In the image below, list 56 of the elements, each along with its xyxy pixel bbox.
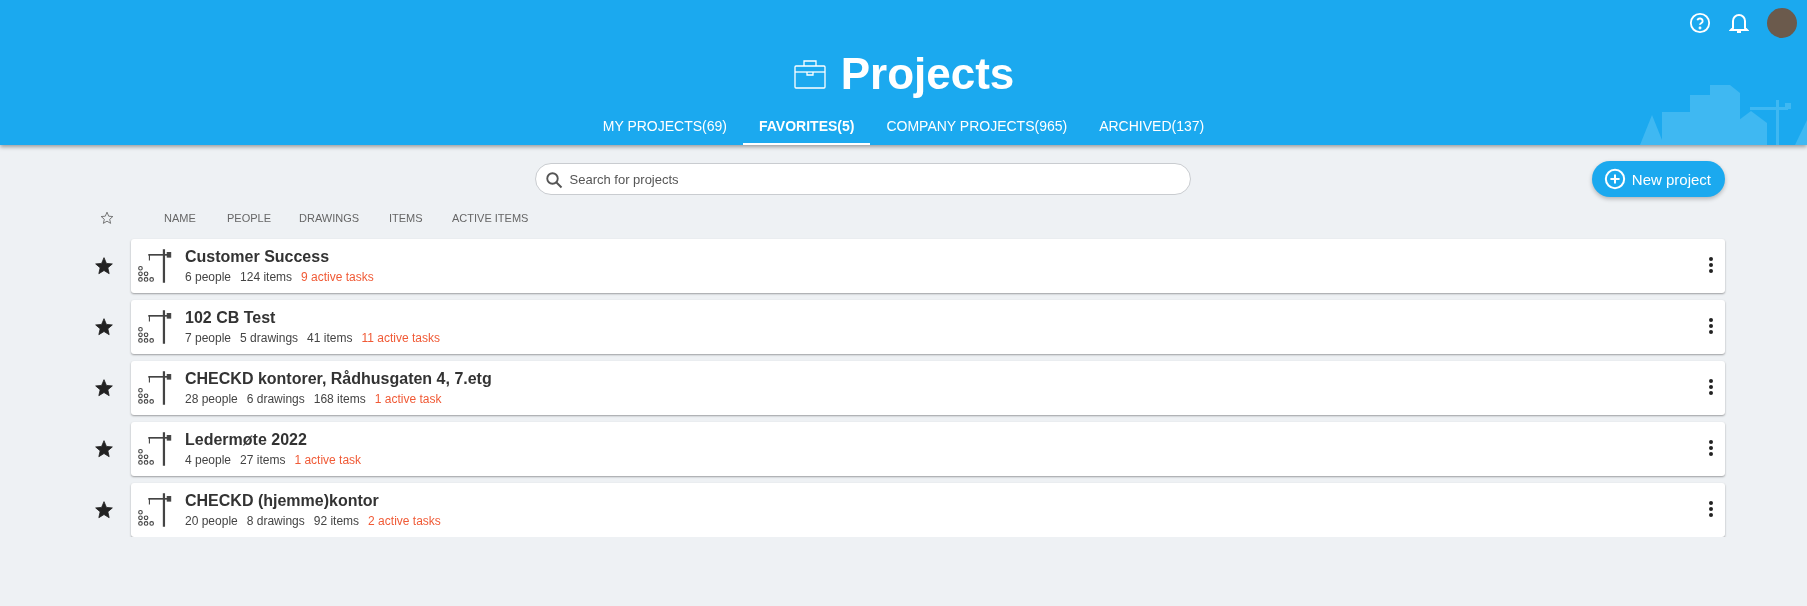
help-icon[interactable] xyxy=(1689,12,1711,34)
active-tasks-count: 2 active tasks xyxy=(368,514,441,528)
project-name: CHECKD kontorer, Rådhusgaten 4, 7.etg xyxy=(185,370,493,388)
project-stat: 20 people xyxy=(185,514,238,528)
briefcase-icon xyxy=(792,57,827,91)
project-stat: 5 drawings xyxy=(240,331,299,345)
active-tasks-count: 11 active tasks xyxy=(361,331,440,345)
kebab-menu-icon xyxy=(1709,378,1713,395)
more-menu-button[interactable] xyxy=(1707,500,1715,520)
active-tasks-count: 1 active task xyxy=(294,453,362,467)
avatar[interactable] xyxy=(1767,8,1797,38)
kebab-menu-icon xyxy=(1709,256,1713,273)
more-menu-button[interactable] xyxy=(1707,317,1715,337)
project-stat: 41 items xyxy=(307,331,353,345)
kebab-menu-icon xyxy=(1709,500,1713,517)
kebab-menu-icon xyxy=(1709,439,1713,456)
page-title: Projects xyxy=(840,52,1015,96)
project-card[interactable]: Customer Success 6 people 124 items 9 active tasks xyxy=(131,239,1725,293)
project-stat: 6 people xyxy=(185,270,232,284)
project-stat: 6 drawings xyxy=(246,392,305,406)
project-stat: 92 items xyxy=(313,514,360,528)
project-name: Ledermøte 2022 xyxy=(185,431,308,449)
column-header[interactable]: ITEMS xyxy=(389,212,452,224)
project-name: Customer Success xyxy=(185,248,331,266)
column-header[interactable]: PEOPLE xyxy=(227,212,299,224)
project-name: CHECKD (hjemme)kontor xyxy=(185,492,380,510)
project-stat: 27 items xyxy=(240,453,286,467)
crane-icon xyxy=(137,247,173,285)
crane-icon xyxy=(137,308,173,346)
more-menu-button[interactable] xyxy=(1707,378,1715,398)
project-stat: 124 items xyxy=(240,270,293,284)
search-icon xyxy=(544,171,563,189)
project-card[interactable]: 102 CB Test 7 people 5 drawings 41 items 11 active tasks xyxy=(131,300,1725,354)
active-tasks-count: 1 active task xyxy=(374,392,442,406)
crane-icon xyxy=(137,430,173,468)
kebab-menu-icon xyxy=(1709,317,1713,334)
project-card[interactable]: Ledermøte 2022 4 people 27 items 1 active task xyxy=(131,422,1725,476)
more-menu-button[interactable] xyxy=(1707,256,1715,276)
project-stat: 7 people xyxy=(185,331,232,345)
crane-icon xyxy=(137,491,173,529)
more-menu-button[interactable] xyxy=(1707,439,1715,459)
column-header[interactable]: NAME xyxy=(164,212,227,224)
project-stat: 168 items xyxy=(313,392,366,406)
project-card[interactable]: CHECKD kontorer, Rådhusgaten 4, 7.etg 28 people 6 drawings 168 items 1 active task xyxy=(131,361,1725,415)
search-field[interactable]: Search for projects xyxy=(534,163,1191,195)
project-stat: 8 drawings xyxy=(246,514,305,528)
project-stat: 4 people xyxy=(185,453,232,467)
column-header[interactable]: DRAWINGS xyxy=(299,212,389,224)
bell-icon[interactable] xyxy=(1729,12,1749,34)
project-name: 102 CB Test xyxy=(185,309,277,327)
plus-circle-icon xyxy=(1603,168,1626,190)
project-card[interactable]: CHECKD (hjemme)kontor 20 people 8 drawings 92 items 2 active tasks xyxy=(131,483,1725,537)
active-tasks-count: 9 active tasks xyxy=(301,270,374,284)
crane-icon xyxy=(137,369,173,407)
project-stat: 28 people xyxy=(185,392,238,406)
column-header[interactable]: ACTIVE ITEMS xyxy=(452,212,542,224)
